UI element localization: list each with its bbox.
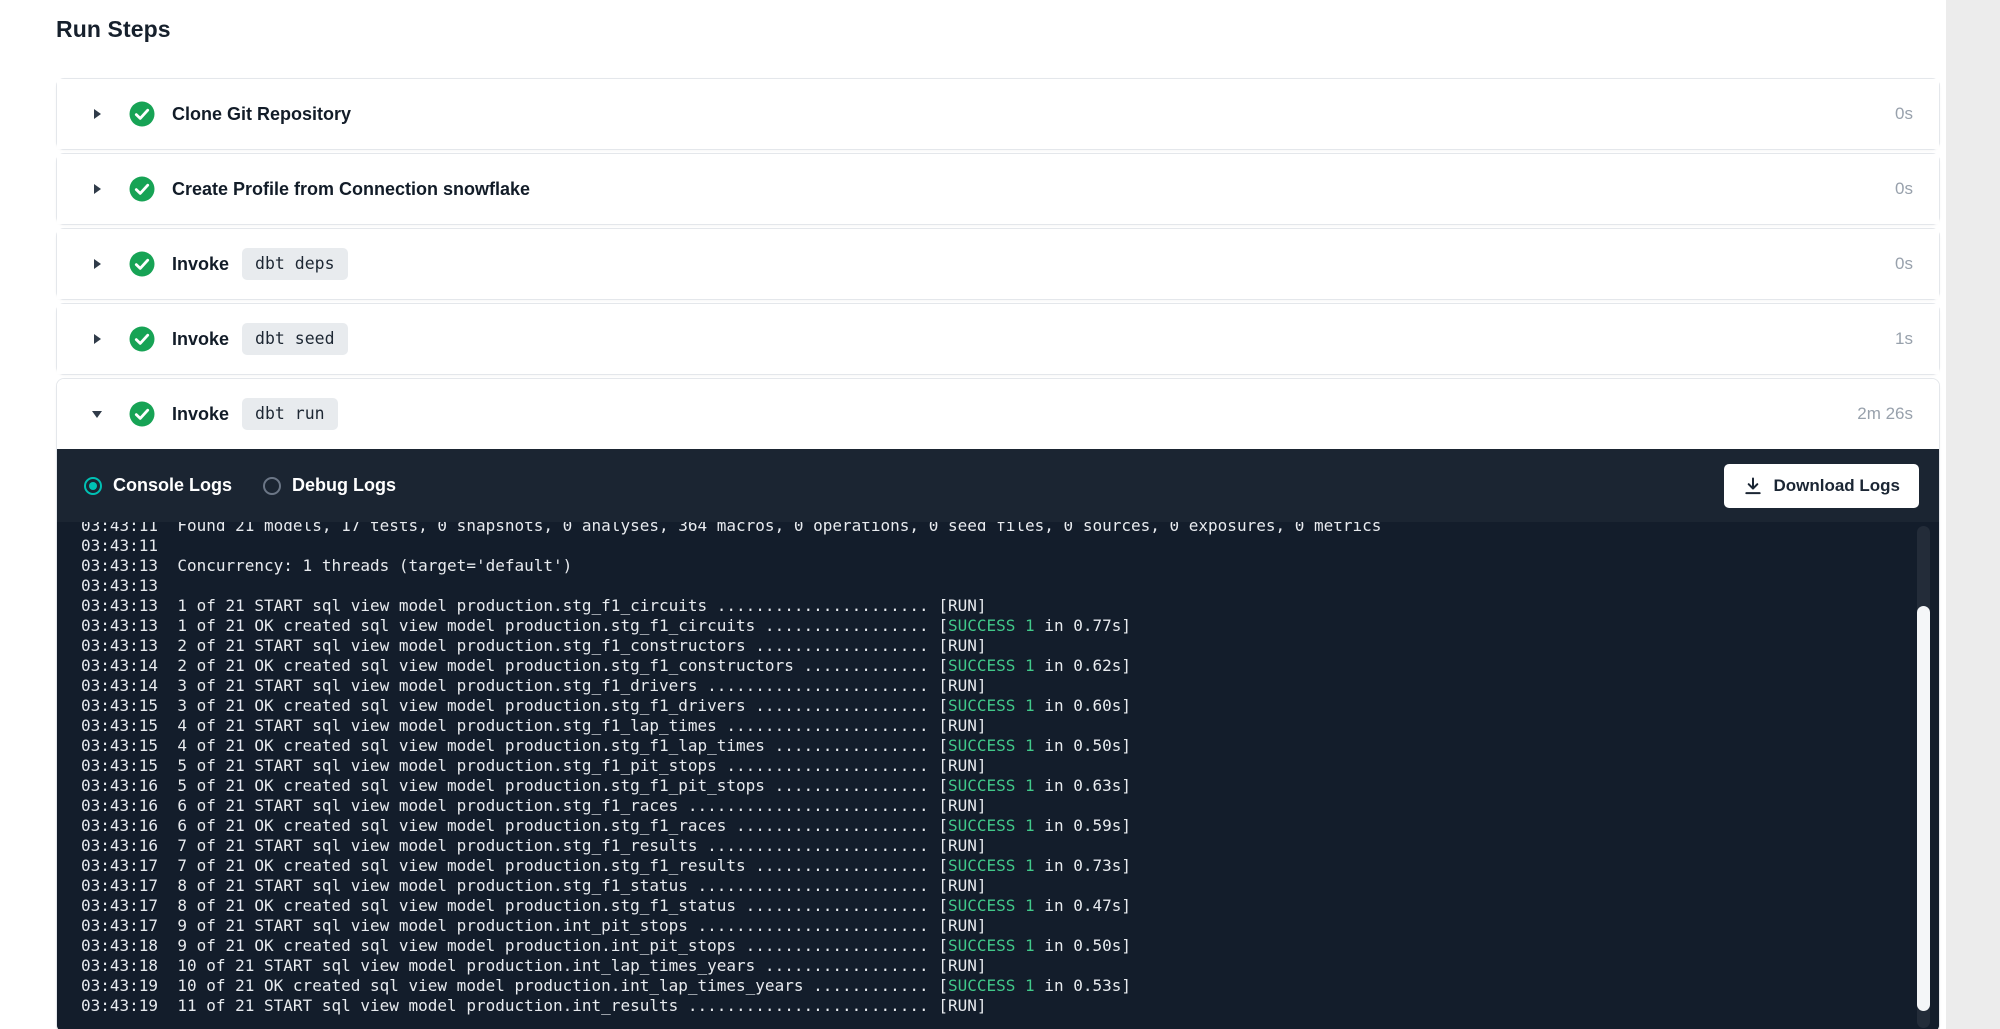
console-log-output[interactable]: 03:43:11 Found 21 models, 17 tests, 0 sn… <box>57 522 1939 1029</box>
run-steps-page: Run Steps Clone Git Repository 0s <box>0 0 2000 1029</box>
step-label: Invoke <box>172 254 229 275</box>
check-circle-icon <box>129 401 155 427</box>
step-label: Invoke <box>172 329 229 350</box>
download-icon <box>1743 476 1763 496</box>
log-panel: Console Logs Debug Logs Download Logs <box>57 449 1939 1029</box>
log-lines: 03:43:11 Found 21 models, 17 tests, 0 sn… <box>81 522 1899 1016</box>
log-line: 03:43:16 6 of 21 OK created sql view mod… <box>81 816 1899 836</box>
radio-selected-icon <box>84 477 102 495</box>
chevron-right-icon[interactable] <box>89 106 105 122</box>
step-label: Create Profile from Connection snowflake <box>172 179 530 200</box>
run-step-row-dbt-deps: Invoke dbt deps 0s <box>56 228 1940 300</box>
chevron-right-icon[interactable] <box>89 331 105 347</box>
log-scrollbar-thumb[interactable] <box>1917 606 1930 1011</box>
download-logs-button[interactable]: Download Logs <box>1724 464 1919 508</box>
log-line: 03:43:19 11 of 21 START sql view model p… <box>81 996 1899 1016</box>
log-line: 03:43:15 3 of 21 OK created sql view mod… <box>81 696 1899 716</box>
run-step-header[interactable]: Create Profile from Connection snowflake… <box>57 154 1939 224</box>
run-step-header[interactable]: Invoke dbt deps 0s <box>57 229 1939 299</box>
log-line: 03:43:14 3 of 21 START sql view model pr… <box>81 676 1899 696</box>
chevron-down-icon[interactable] <box>89 406 105 422</box>
log-toolbar: Console Logs Debug Logs Download Logs <box>57 449 1939 522</box>
command-chip: dbt run <box>242 398 338 430</box>
log-line: 03:43:17 9 of 21 START sql view model pr… <box>81 916 1899 936</box>
log-line: 03:43:14 2 of 21 OK created sql view mod… <box>81 656 1899 676</box>
run-step-row-dbt-seed: Invoke dbt seed 1s <box>56 303 1940 375</box>
debug-logs-label: Debug Logs <box>292 475 396 496</box>
run-steps-content: Run Steps Clone Git Repository 0s <box>56 16 1940 1029</box>
log-line: 03:43:13 2 of 21 START sql view model pr… <box>81 636 1899 656</box>
log-line: 03:43:17 8 of 21 START sql view model pr… <box>81 876 1899 896</box>
right-gutter <box>1946 0 2000 1029</box>
step-label: Invoke <box>172 404 229 425</box>
download-logs-label: Download Logs <box>1773 476 1900 496</box>
log-line: 03:43:16 5 of 21 OK created sql view mod… <box>81 776 1899 796</box>
run-step-row-create-profile: Create Profile from Connection snowflake… <box>56 153 1940 225</box>
chevron-right-icon[interactable] <box>89 181 105 197</box>
step-duration: 2m 26s <box>1857 404 1913 424</box>
command-chip: dbt seed <box>242 323 347 355</box>
log-line: 03:43:15 5 of 21 START sql view model pr… <box>81 756 1899 776</box>
step-duration: 0s <box>1895 179 1913 199</box>
check-circle-icon <box>129 326 155 352</box>
log-line: 03:43:11 <box>81 536 1899 556</box>
run-step-header[interactable]: Clone Git Repository 0s <box>57 79 1939 149</box>
run-step-row-dbt-run: Invoke dbt run 2m 26s Console Logs Debug… <box>56 378 1940 1029</box>
run-step-header[interactable]: Invoke dbt run 2m 26s <box>57 379 1939 449</box>
console-logs-label: Console Logs <box>113 475 232 496</box>
log-scrollbar[interactable] <box>1917 526 1930 1028</box>
log-line: 03:43:17 8 of 21 OK created sql view mod… <box>81 896 1899 916</box>
log-line: 03:43:13 <box>81 576 1899 596</box>
debug-logs-radio[interactable]: Debug Logs <box>263 475 396 496</box>
log-line: 03:43:15 4 of 21 START sql view model pr… <box>81 716 1899 736</box>
log-line: 03:43:13 1 of 21 OK created sql view mod… <box>81 616 1899 636</box>
log-line: 03:43:16 7 of 21 START sql view model pr… <box>81 836 1899 856</box>
step-duration: 0s <box>1895 104 1913 124</box>
check-circle-icon <box>129 251 155 277</box>
log-line: 03:43:19 10 of 21 OK created sql view mo… <box>81 976 1899 996</box>
radio-unselected-icon <box>263 477 281 495</box>
log-line: 03:43:11 Found 21 models, 17 tests, 0 sn… <box>81 522 1899 536</box>
log-line: 03:43:16 6 of 21 START sql view model pr… <box>81 796 1899 816</box>
log-line: 03:43:18 9 of 21 OK created sql view mod… <box>81 936 1899 956</box>
run-step-header[interactable]: Invoke dbt seed 1s <box>57 304 1939 374</box>
console-logs-radio[interactable]: Console Logs <box>84 475 232 496</box>
step-label: Clone Git Repository <box>172 104 351 125</box>
step-duration: 0s <box>1895 254 1913 274</box>
chevron-right-icon[interactable] <box>89 256 105 272</box>
step-duration: 1s <box>1895 329 1913 349</box>
command-chip: dbt deps <box>242 248 347 280</box>
log-line: 03:43:18 10 of 21 START sql view model p… <box>81 956 1899 976</box>
log-line: 03:43:13 Concurrency: 1 threads (target=… <box>81 556 1899 576</box>
page-title: Run Steps <box>56 16 1940 43</box>
log-line: 03:43:13 1 of 21 START sql view model pr… <box>81 596 1899 616</box>
check-circle-icon <box>129 101 155 127</box>
log-line: 03:43:17 7 of 21 OK created sql view mod… <box>81 856 1899 876</box>
log-line: 03:43:15 4 of 21 OK created sql view mod… <box>81 736 1899 756</box>
check-circle-icon <box>129 176 155 202</box>
run-step-row-clone-git-repository: Clone Git Repository 0s <box>56 78 1940 150</box>
